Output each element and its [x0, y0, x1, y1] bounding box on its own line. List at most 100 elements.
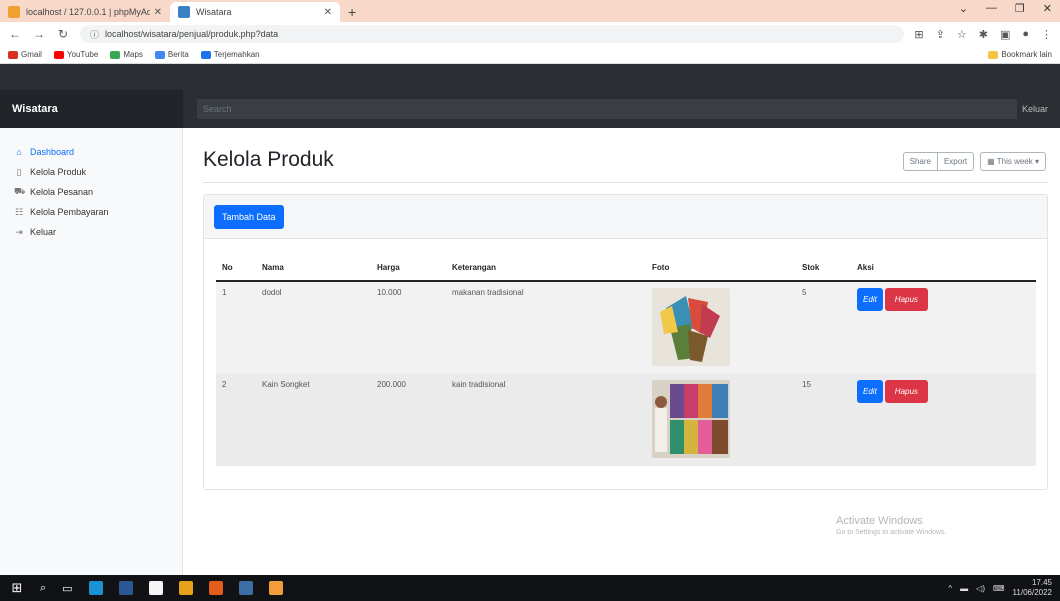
volume-icon[interactable]: ◁)	[976, 584, 985, 593]
sidebar-item-label: Dashboard	[30, 147, 75, 157]
column-header-keterangan: Keterangan	[446, 255, 646, 282]
cell-stok: 15	[796, 374, 851, 466]
watermark-title: Activate Windows	[836, 515, 923, 527]
back-icon[interactable]: ←	[8, 27, 22, 41]
other-bookmarks[interactable]: Bookmark lain	[988, 50, 1052, 59]
forward-icon[interactable]: →	[32, 27, 46, 41]
firefox-icon[interactable]	[208, 581, 223, 595]
browser-tab-phpmyadmin[interactable]: localhost / 127.0.0.1 | phpMyAdm ✕	[0, 2, 170, 22]
new-tab-button[interactable]: +	[348, 4, 356, 20]
edit-button[interactable]: Edit	[857, 380, 883, 403]
close-tab-icon[interactable]: ✕	[324, 7, 332, 18]
tab-search-icon[interactable]: ⌄	[959, 2, 968, 15]
clock-time: 17.45	[1031, 578, 1052, 587]
profile-avatar-icon[interactable]: ●	[1022, 28, 1029, 41]
extensions-icon[interactable]: ✱	[979, 28, 988, 41]
bookmark-berita[interactable]: Berita	[154, 50, 189, 59]
divider	[203, 182, 1048, 183]
app-icon[interactable]	[238, 581, 253, 595]
delete-button[interactable]: Hapus	[884, 288, 928, 311]
cell-stok: 5	[796, 281, 851, 374]
column-header-stok: Stok	[796, 255, 851, 282]
cell-harga: 200.000	[371, 374, 446, 466]
site-info-icon[interactable]: ⓘ	[90, 28, 99, 41]
file-explorer-icon[interactable]	[118, 581, 133, 595]
windows-start-icon[interactable]: ⊞	[10, 580, 24, 596]
cart-icon: ⛟	[14, 186, 26, 196]
add-data-button[interactable]: Tambah Data	[214, 204, 284, 229]
home-icon: ⌂	[16, 147, 22, 157]
network-icon[interactable]: ▬	[960, 584, 968, 593]
share-button[interactable]: Share	[902, 152, 938, 171]
users-icon: ☷	[14, 206, 24, 217]
edge-icon[interactable]	[88, 581, 103, 595]
close-window-icon[interactable]: ✕	[1043, 2, 1052, 15]
column-header-aksi: Aksi	[851, 255, 1036, 282]
this-week-dropdown[interactable]: ▦ This week ▾	[980, 152, 1046, 171]
task-view-icon[interactable]: ▭	[62, 582, 72, 595]
browser-tab-wisatara[interactable]: Wisatara ✕	[170, 2, 340, 22]
keyboard-icon[interactable]: ⌨	[993, 584, 1005, 593]
search-icon[interactable]: ⌕	[40, 582, 46, 595]
system-tray: ^ ▬ ◁) ⌨ 17.45 11/06/2022	[948, 578, 1052, 598]
delete-button[interactable]: Hapus	[884, 380, 928, 403]
sidebar-item-keluar[interactable]: ⇥ Keluar	[0, 222, 182, 242]
edit-button[interactable]: Edit	[857, 288, 883, 311]
cell-no: 2	[216, 374, 256, 466]
export-button[interactable]: Export	[937, 152, 975, 171]
bookmarks-bar: Gmail YouTube Maps Berita Terjemahkan Bo…	[0, 46, 1060, 64]
signout-link[interactable]: Keluar	[1022, 104, 1048, 114]
minimize-icon[interactable]: —	[986, 2, 997, 15]
maximize-icon[interactable]: ❐	[1015, 2, 1025, 15]
sidebar-item-label: Kelola Produk	[30, 167, 87, 177]
windows-taskbar: ⊞ ⌕ ▭ ^ ▬ ◁) ⌨ 17.45 11/06/2022	[0, 575, 1060, 601]
share-icon[interactable]: ⇪	[936, 28, 945, 41]
cell-nama: Kain Songket	[256, 374, 371, 466]
main-content: Kelola Produk Share Export ▦ This week ▾…	[183, 128, 1060, 575]
translate-icon[interactable]: ⊞	[914, 28, 923, 41]
watermark-subtitle: Go to Settings to activate Windows.	[836, 529, 947, 536]
product-photo-dodol	[652, 288, 730, 366]
bookmark-gmail[interactable]: Gmail	[8, 50, 42, 59]
store-icon[interactable]	[148, 581, 163, 595]
page-toolbar: Share Export ▦ This week ▾	[902, 152, 1046, 171]
calendar-icon: ▦	[987, 157, 995, 166]
translate-icon	[200, 50, 211, 59]
phpmyadmin-favicon-icon	[8, 6, 20, 18]
star-icon[interactable]: ☆	[957, 28, 967, 41]
sidebar-item-kelola-pembayaran[interactable]: ☷ Kelola Pembayaran	[0, 202, 182, 222]
search-input[interactable]	[197, 99, 1017, 119]
folder-icon	[988, 50, 999, 59]
column-header-nama: Nama	[256, 255, 371, 282]
bookmark-maps[interactable]: Maps	[110, 50, 143, 59]
url-text: localhost/wisatara/penjual/produk.php?da…	[105, 29, 279, 39]
app-navbar: Wisatara Keluar	[0, 90, 1060, 128]
clock[interactable]: 17.45 11/06/2022	[1013, 578, 1052, 598]
chevron-down-icon: ▾	[1034, 157, 1039, 166]
maps-icon	[110, 50, 121, 59]
sidebar-item-label: Kelola Pembayaran	[30, 207, 109, 217]
reload-icon[interactable]: ↻	[56, 27, 70, 41]
sidepanel-icon[interactable]: ▣	[1000, 28, 1010, 41]
close-tab-icon[interactable]: ✕	[154, 7, 162, 18]
sidebar-item-kelola-produk[interactable]: ▯ Kelola Produk	[0, 162, 182, 182]
tray-chevron-icon[interactable]: ^	[948, 584, 952, 593]
news-icon	[154, 50, 165, 59]
menu-icon[interactable]: ⋮	[1041, 28, 1052, 41]
chrome-icon[interactable]	[178, 581, 193, 595]
bookmark-terjemahkan[interactable]: Terjemahkan	[200, 50, 260, 59]
page-title: Kelola Produk	[203, 148, 334, 171]
brand-logo[interactable]: Wisatara	[0, 90, 183, 128]
share-export-group: Share Export	[902, 152, 975, 171]
sidebar-item-kelola-pesanan[interactable]: ⛟ Kelola Pesanan	[0, 182, 182, 202]
product-table: No Nama Harga Keterangan Foto Stok Aksi …	[216, 255, 1036, 466]
product-photo-kain-songket	[652, 380, 730, 458]
xampp-icon[interactable]	[268, 581, 283, 595]
bookmark-youtube[interactable]: YouTube	[53, 50, 98, 59]
cell-keterangan: makanan tradisional	[446, 281, 646, 374]
logout-icon: ⇥	[15, 226, 23, 237]
card-header: Tambah Data	[204, 195, 1047, 239]
address-input[interactable]: ⓘ localhost/wisatara/penjual/produk.php?…	[80, 25, 905, 43]
sidebar-item-label: Kelola Pesanan	[30, 187, 94, 197]
sidebar-item-dashboard[interactable]: ⌂ Dashboard	[0, 142, 182, 162]
